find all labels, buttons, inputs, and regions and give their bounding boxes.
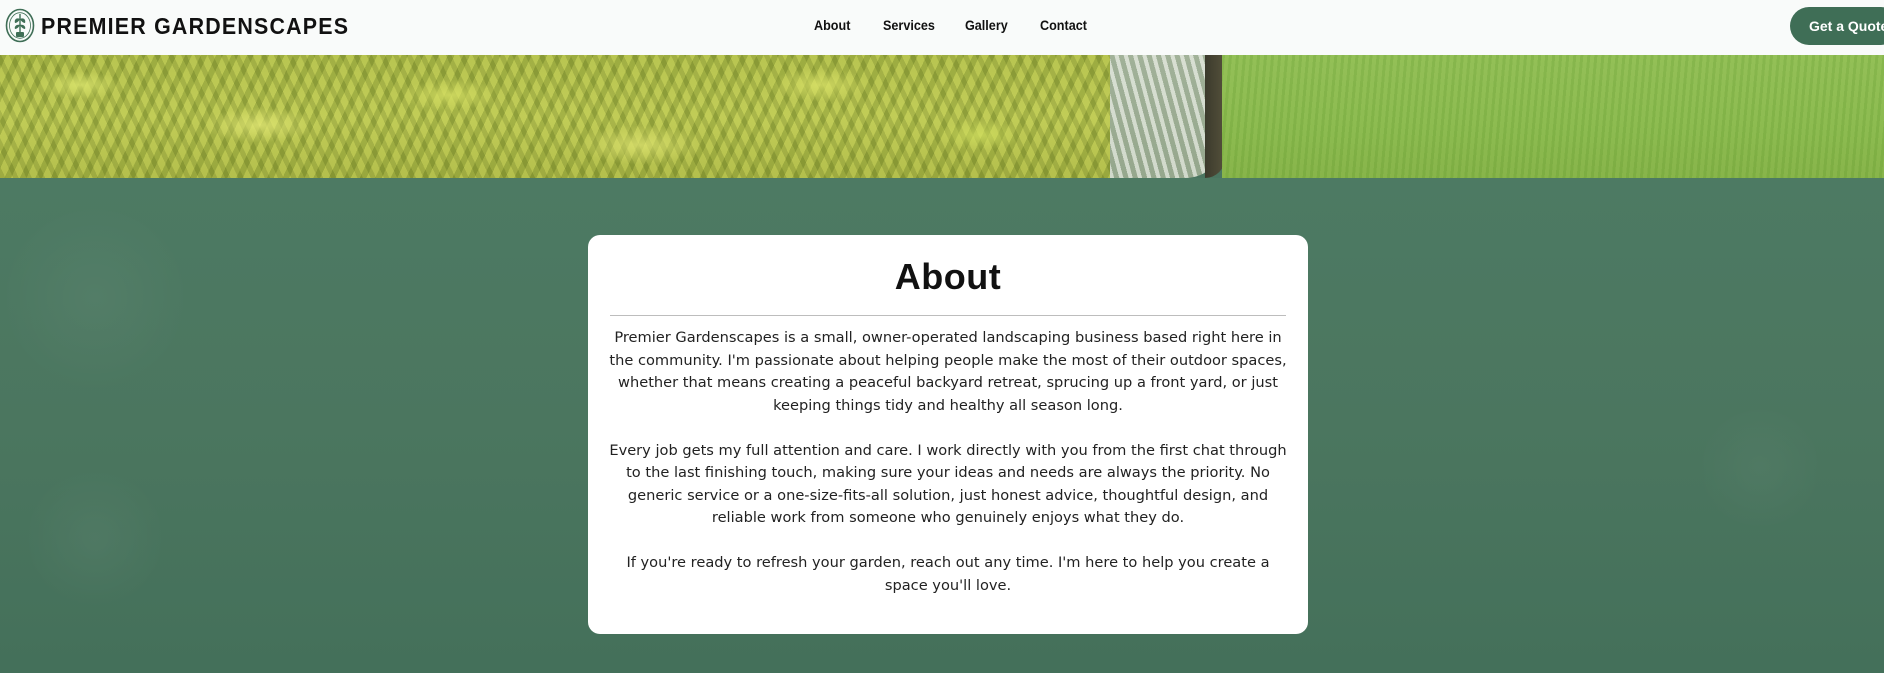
about-paragraph-2: Every job gets my full attention and car…: [609, 441, 1287, 527]
hero-garden-image: [0, 55, 1884, 178]
title-divider: [610, 315, 1286, 316]
brand-name[interactable]: PREMIER GARDENSCAPES: [41, 9, 349, 43]
about-text: Premier Gardenscapes is a small, owner-o…: [608, 327, 1288, 620]
about-paragraph-3: If you're ready to refresh your garden, …: [626, 554, 1270, 594]
about-paragraph-1: Premier Gardenscapes is a small, owner-o…: [609, 329, 1287, 414]
nav-about[interactable]: About: [814, 15, 850, 35]
nav-gallery[interactable]: Gallery: [965, 15, 1008, 35]
nav-contact[interactable]: Contact: [1040, 15, 1087, 35]
shrubs-area: [0, 55, 1135, 178]
nav-services[interactable]: Services: [883, 15, 935, 35]
site-header: PREMIER GARDENSCAPES About Services Gall…: [0, 0, 1884, 55]
about-title: About: [894, 256, 1002, 297]
about-card: About Premier Gardenscapes is a small, o…: [588, 235, 1308, 634]
get-a-quote-button[interactable]: Get a Quote: [1790, 7, 1884, 45]
garden-emblem-icon[interactable]: [5, 8, 35, 43]
lawn-area: [1222, 55, 1884, 178]
